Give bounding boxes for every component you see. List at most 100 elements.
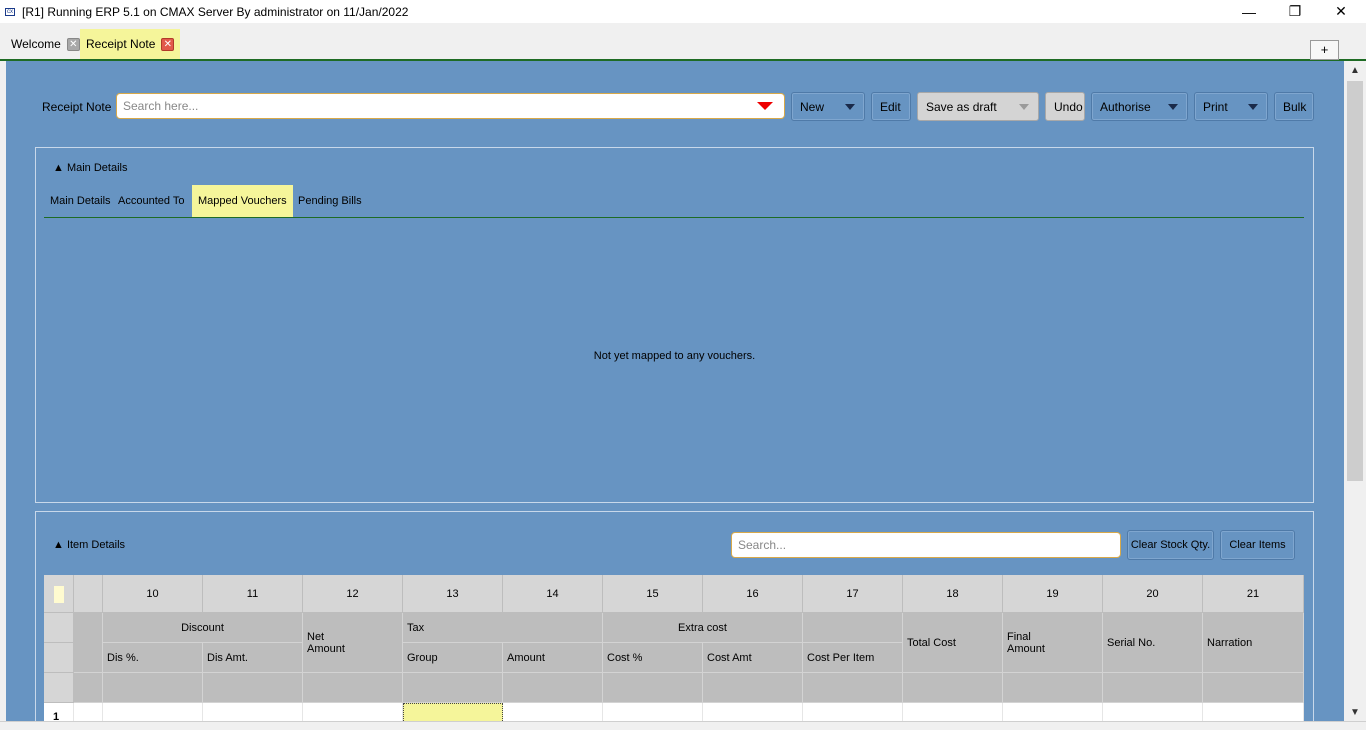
item-search-placeholder: Search... (738, 538, 787, 552)
data-cell[interactable] (203, 703, 303, 721)
scroll-up-icon[interactable]: ▲ (1349, 65, 1361, 77)
authorise-button[interactable]: Authorise (1091, 92, 1188, 121)
item-search-input[interactable]: Search... (731, 532, 1121, 558)
item-grid: 1 10 11 12 13 14 15 16 17 18 19 20 21 Di… (44, 575, 1304, 721)
selected-data-cell[interactable] (403, 703, 503, 721)
save-as-draft-button[interactable]: Save as draft (917, 92, 1039, 121)
window-title-bar: cx [R1] Running ERP 5.1 on CMAX Server B… (0, 0, 1366, 23)
app-icon: cx (5, 7, 15, 16)
column-number: 20 (1103, 575, 1203, 613)
data-cell[interactable] (1103, 703, 1203, 721)
chevron-down-icon[interactable] (836, 93, 864, 120)
add-tab-button[interactable]: + (1310, 40, 1339, 60)
data-cell[interactable] (74, 703, 103, 721)
column-number: 12 (303, 575, 403, 613)
print-button[interactable]: Print (1194, 92, 1268, 121)
dropdown-arrow-icon[interactable] (757, 102, 773, 110)
data-cell[interactable] (1003, 703, 1103, 721)
filter-cell[interactable] (903, 673, 1003, 703)
filter-cell[interactable] (1203, 673, 1304, 703)
header-cost-pct: Cost % (603, 643, 703, 673)
header-extra-cost: Extra cost (603, 613, 803, 643)
data-cell[interactable] (303, 703, 403, 721)
data-cell[interactable] (903, 703, 1003, 721)
header-tax: Tax (403, 613, 603, 643)
data-cell[interactable] (603, 703, 703, 721)
tab-mapped-vouchers[interactable]: Mapped Vouchers (192, 185, 293, 217)
filter-cell[interactable] (803, 673, 903, 703)
data-cell[interactable] (103, 703, 203, 721)
minimize-button[interactable]: — (1226, 0, 1272, 23)
header-cell (74, 613, 103, 673)
filter-cell[interactable] (703, 673, 803, 703)
clear-items-button[interactable]: Clear Items (1220, 530, 1295, 560)
filter-cell[interactable] (503, 673, 603, 703)
data-cell[interactable] (703, 703, 803, 721)
filter-cell[interactable] (303, 673, 403, 703)
tab-label: Receipt Note (86, 37, 156, 51)
tab-strip: Welcome ✕ Receipt Note ✕ + (0, 23, 1366, 61)
data-cell[interactable] (1203, 703, 1304, 721)
header-tax-group: Group (403, 643, 503, 673)
tab-accounted-to[interactable]: Accounted To (112, 185, 190, 217)
tab-welcome[interactable]: Welcome ✕ (5, 29, 86, 59)
close-window-button[interactable]: ✕ (1318, 0, 1364, 23)
tab-main-details[interactable]: Main Details (44, 185, 117, 217)
header-serial-no: Serial No. (1103, 613, 1203, 673)
header-cell (74, 673, 103, 703)
bulk-label: Bulk (1283, 99, 1307, 114)
authorise-label: Authorise (1100, 99, 1151, 114)
bulk-button[interactable]: Bulk (1274, 92, 1314, 121)
print-label: Print (1203, 99, 1228, 114)
clear-stock-qty-button[interactable]: Clear Stock Qty. (1127, 530, 1214, 560)
scroll-down-icon[interactable]: ▼ (1349, 707, 1361, 719)
row-indicator (54, 586, 64, 603)
tab-pending-bills[interactable]: Pending Bills (292, 185, 368, 217)
filter-cell[interactable] (1003, 673, 1103, 703)
main-details-toggle[interactable]: ▲ Main Details (53, 162, 127, 174)
filter-cell[interactable] (103, 673, 203, 703)
scroll-thumb[interactable] (1347, 81, 1363, 481)
data-cell[interactable] (503, 703, 603, 721)
filter-cell[interactable] (603, 673, 703, 703)
bottom-edge (0, 721, 1366, 730)
row-header-cell (44, 643, 74, 673)
undo-label: Undo (1054, 99, 1083, 114)
filter-cell[interactable] (1103, 673, 1203, 703)
edit-button[interactable]: Edit (871, 92, 911, 121)
tab-receipt-note[interactable]: Receipt Note ✕ (80, 29, 181, 59)
header-discount: Discount (103, 613, 303, 643)
header-narration: Narration (1203, 613, 1304, 673)
filter-cell[interactable] (403, 673, 503, 703)
search-placeholder: Search here... (123, 99, 199, 113)
form-label: Receipt Note (42, 100, 112, 114)
close-icon[interactable]: ✕ (161, 37, 175, 51)
column-number: 15 (603, 575, 703, 613)
column-number-cell (74, 575, 103, 613)
vertical-scrollbar[interactable]: ▲ ▼ (1344, 61, 1366, 721)
column-number: 14 (503, 575, 603, 613)
chevron-down-icon[interactable] (1010, 93, 1038, 120)
voucher-search-input[interactable]: Search here... (116, 93, 785, 119)
main-details-tabs: Main Details Accounted To Mapped Voucher… (44, 185, 1304, 218)
chevron-down-icon[interactable] (1159, 93, 1187, 120)
item-details-toggle[interactable]: ▲ Item Details (53, 539, 125, 551)
row-number: 1 (44, 703, 74, 721)
column-number: 19 (1003, 575, 1103, 613)
row-header-cell (44, 613, 74, 643)
column-number: 10 (103, 575, 203, 613)
window-title: [R1] Running ERP 5.1 on CMAX Server By a… (22, 4, 409, 19)
chevron-down-icon[interactable] (1239, 93, 1267, 120)
filter-cell[interactable] (203, 673, 303, 703)
empty-state-message: Not yet mapped to any vouchers. (593, 350, 756, 362)
item-details-panel: ▲ Item Details Search... Clear Stock Qty… (35, 511, 1314, 721)
close-icon[interactable]: ✕ (66, 37, 80, 51)
receipt-note-form: Receipt Note Search here... New Edit Sav… (6, 61, 1344, 721)
new-button[interactable]: New (791, 92, 865, 121)
maximize-button[interactable]: ❐ (1272, 0, 1318, 23)
undo-button[interactable]: Undo (1045, 92, 1085, 121)
column-number: 13 (403, 575, 503, 613)
edit-button-label: Edit (880, 99, 901, 114)
data-cell[interactable] (803, 703, 903, 721)
header-tax-amount: Amount (503, 643, 603, 673)
